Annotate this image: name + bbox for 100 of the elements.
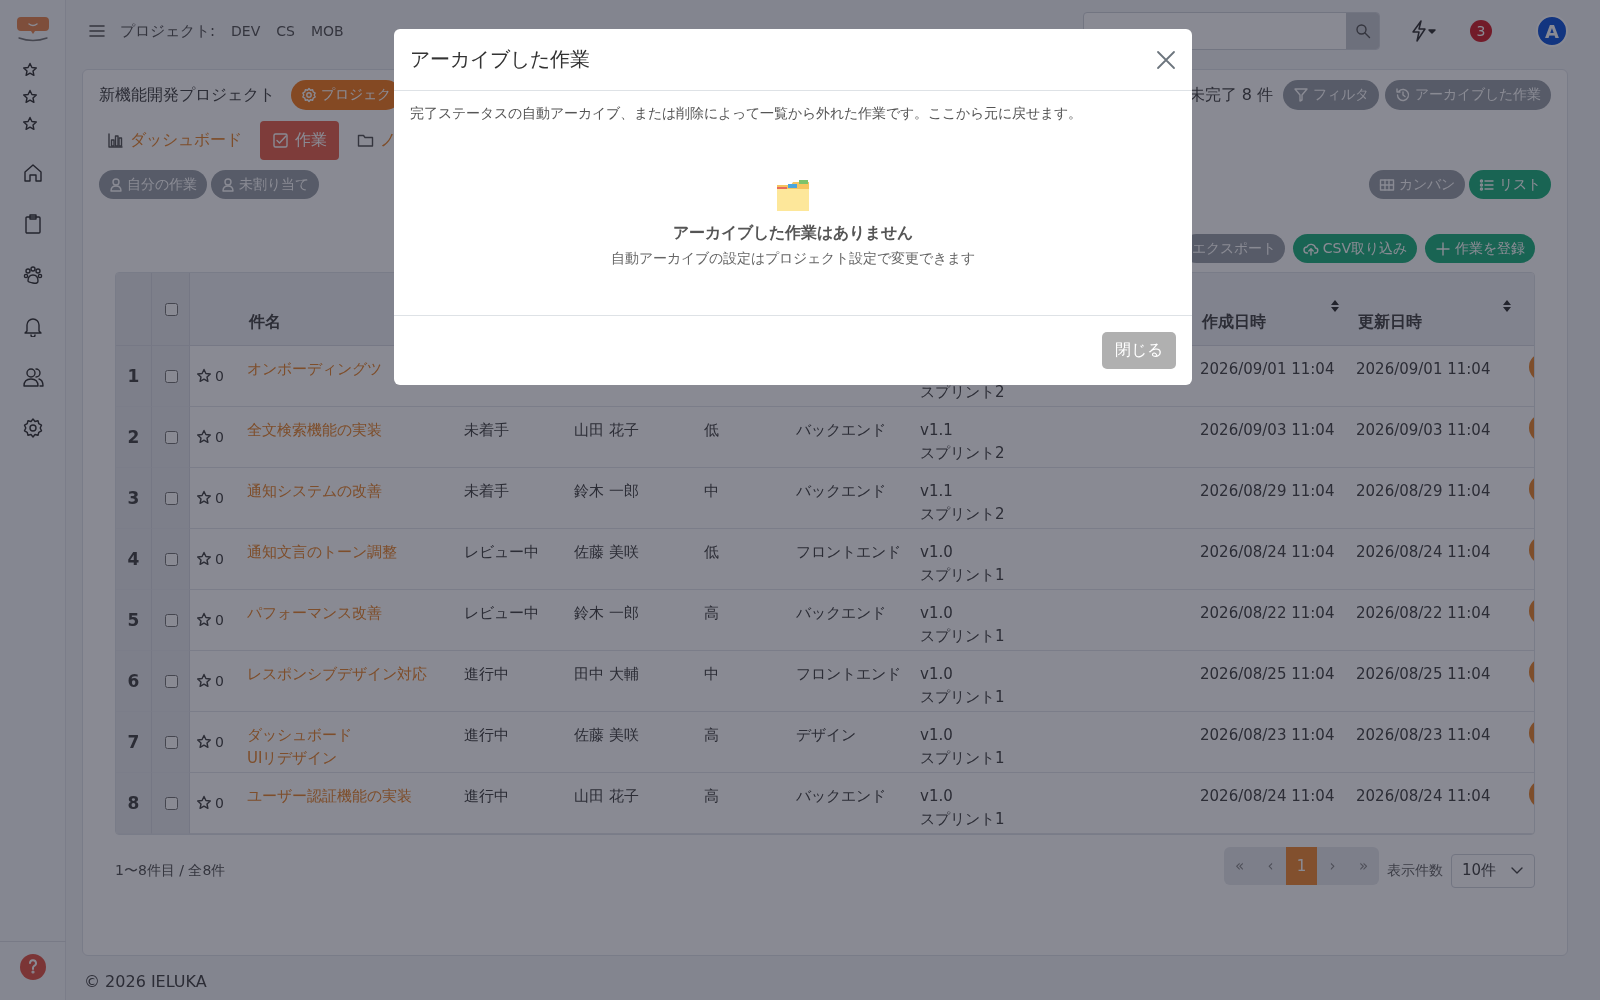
table-cell: 低 (704, 421, 719, 439)
table-cell: 2026/08/24 11:04 (1356, 787, 1491, 805)
favorite-count: 0 (215, 732, 224, 752)
table-cell: 鈴木 一郎 (574, 604, 639, 622)
column-header[interactable]: 更新日時 (1350, 273, 1522, 345)
star-icon[interactable] (21, 116, 38, 132)
table-cell: デザイン (796, 726, 856, 744)
search-icon (1354, 23, 1371, 39)
table-cell: 未着手 (464, 482, 509, 500)
logo-icon (15, 14, 50, 42)
project-link[interactable]: CS (276, 23, 295, 39)
tab[interactable]: ノ (345, 121, 408, 160)
add-task-button[interactable]: 作業を登録 (1425, 234, 1535, 263)
table-cell: バックエンド (796, 482, 886, 500)
check-square-icon (272, 132, 289, 149)
search-button[interactable] (1346, 13, 1379, 49)
dialog-title: アーカイブした作業 (410, 46, 590, 73)
table-cell: 低 (704, 543, 719, 561)
row-checkbox[interactable] (164, 674, 178, 688)
table-cell: 2026/08/24 11:04 (1356, 543, 1491, 561)
task-link[interactable]: レスポンシブデザイン対応 (247, 663, 452, 686)
close-dialog-button[interactable]: 閉じる (1102, 332, 1176, 369)
star-icon[interactable] (196, 368, 212, 384)
list-icon (1479, 176, 1495, 193)
table-cell: 中 (704, 665, 719, 683)
users-icon[interactable] (21, 366, 44, 388)
column-header[interactable]: 作成日時 (1194, 273, 1350, 345)
user-icon (221, 176, 235, 193)
table-cell: 2026/08/24 11:04 (1200, 543, 1335, 561)
table-cell: 山田 花子 (574, 787, 639, 805)
page-button[interactable]: » (1348, 846, 1379, 885)
table-cell: 2026/08/22 11:04 (1356, 604, 1491, 622)
row-checkbox[interactable] (164, 369, 178, 383)
row-checkbox[interactable] (164, 552, 178, 566)
chevron-down-icon (1510, 865, 1524, 876)
result-summary: 1〜8件目 / 全8件 (115, 861, 226, 880)
menu-icon[interactable] (88, 23, 106, 39)
star-icon[interactable] (196, 734, 212, 750)
star-icon[interactable] (196, 612, 212, 628)
version-text: v1.1 (920, 481, 954, 502)
grid-icon (1379, 176, 1395, 193)
project-link[interactable]: DEV (231, 23, 261, 39)
page-size-select[interactable]: 10件 (1451, 853, 1535, 888)
sprint-text: スプリント1 (920, 687, 1006, 708)
table-cell: 2026/08/23 11:04 (1200, 726, 1335, 744)
favorite-count: 0 (215, 488, 224, 508)
task-link[interactable]: 全文検索機能の実装 (247, 419, 452, 442)
star-icon[interactable] (196, 490, 212, 506)
bar-chart-icon (107, 132, 124, 149)
table-cell: 進行中 (464, 787, 509, 805)
star-icon[interactable] (21, 62, 38, 78)
task-link[interactable]: ダッシュボード UIリデザイン (247, 724, 452, 770)
help-button[interactable] (19, 954, 46, 980)
project-link[interactable]: MOB (310, 23, 344, 39)
table-cell: 2026/08/24 11:04 (1200, 787, 1335, 805)
task-link[interactable]: パフォーマンス改善 (247, 602, 452, 625)
plus-icon (1435, 240, 1451, 257)
favorite-count: 0 (215, 427, 224, 447)
page-button[interactable]: › (1317, 846, 1348, 885)
empty-state-title: アーカイブした作業はありません (673, 223, 913, 244)
row-number: 5 (127, 608, 140, 632)
row-checkbox[interactable] (164, 796, 178, 810)
favorite-count: 0 (215, 671, 224, 691)
row-number: 6 (127, 669, 140, 693)
star-icon[interactable] (21, 89, 38, 105)
row-checkbox[interactable] (164, 613, 178, 627)
page-button[interactable]: « (1224, 846, 1255, 885)
settings-icon[interactable] (21, 417, 44, 439)
version-text: v1.0 (920, 786, 954, 807)
page-button[interactable]: ‹ (1255, 846, 1286, 885)
project-label: プロジェクト: (120, 21, 216, 41)
notification-badge[interactable]: 3 (1470, 20, 1492, 42)
tab[interactable]: 作業 (260, 121, 339, 160)
row-checkbox[interactable] (164, 735, 178, 749)
row-checkbox[interactable] (164, 430, 178, 444)
view-toggle[interactable]: リスト (1469, 170, 1551, 199)
star-icon[interactable] (196, 429, 212, 445)
row-number: 4 (127, 547, 140, 571)
import-button[interactable]: CSV取り込み (1292, 234, 1417, 263)
page-button[interactable]: 1 (1286, 846, 1317, 885)
tab[interactable]: ダッシュボード (95, 121, 254, 160)
gear-icon (301, 87, 317, 103)
paw-icon[interactable] (21, 264, 44, 286)
home-icon[interactable] (21, 162, 44, 184)
user-avatar[interactable]: A (1536, 15, 1568, 47)
sprint-text: スプリント2 (920, 504, 1006, 525)
favorite-count: 0 (215, 793, 224, 813)
select-all-checkbox[interactable] (164, 302, 178, 316)
task-link[interactable]: ユーザー認証機能の実装 (247, 785, 452, 808)
table-cell: バックエンド (796, 604, 886, 622)
star-icon[interactable] (196, 795, 212, 811)
task-link[interactable]: 通知システムの改善 (247, 480, 452, 503)
row-checkbox[interactable] (164, 491, 178, 505)
user-icon (109, 176, 123, 193)
star-icon[interactable] (196, 551, 212, 567)
sort-icon (1330, 299, 1340, 313)
task-link[interactable]: 通知文言のトーン調整 (247, 541, 452, 564)
table-cell: 2026/08/25 11:04 (1356, 665, 1491, 683)
bell-icon[interactable] (21, 315, 44, 337)
star-icon[interactable] (196, 673, 212, 689)
